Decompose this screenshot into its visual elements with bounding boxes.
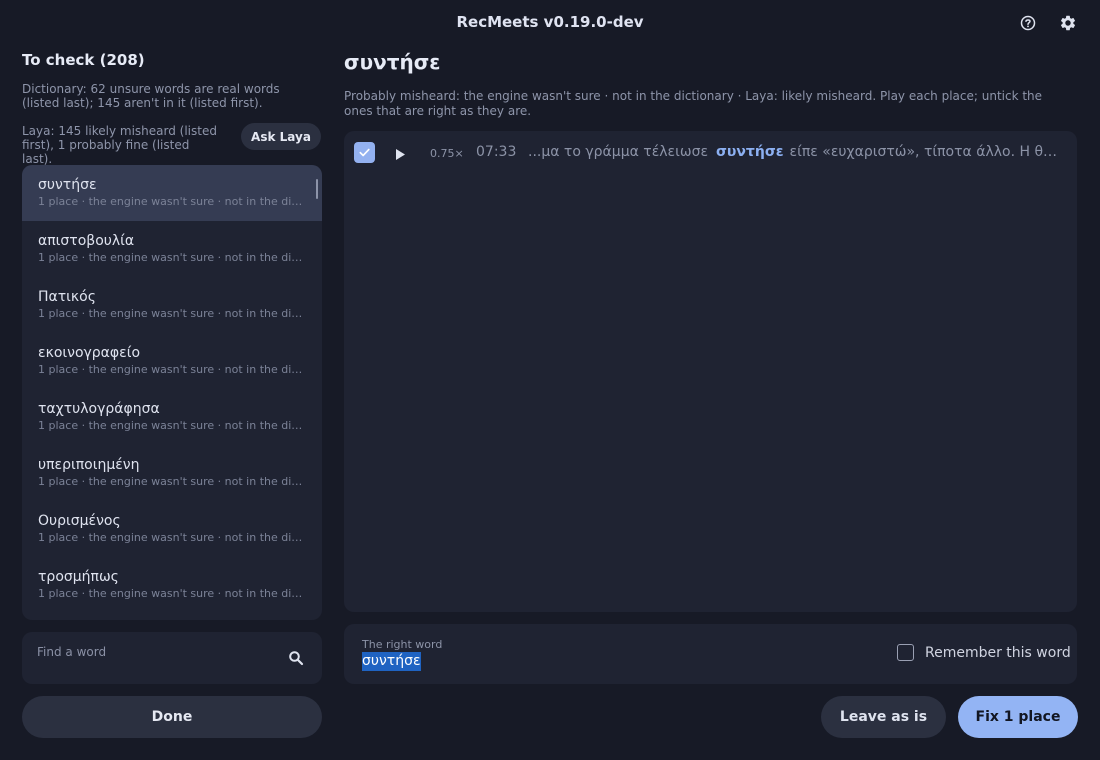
- list-item-details: 1 place · the engine wasn't sure · not i…: [38, 531, 304, 544]
- context-highlighted-word: συντήσε: [716, 144, 784, 160]
- list-item-word: Πατικός: [38, 289, 96, 305]
- right-word-input[interactable]: συντήσε: [362, 653, 421, 669]
- scrollbar-thumb[interactable]: [316, 179, 318, 199]
- leave-as-is-button[interactable]: Leave as is: [821, 696, 946, 738]
- find-word-input[interactable]: [37, 640, 277, 676]
- list-item[interactable]: υπεριποιημένη 1 place · the engine wasn'…: [22, 445, 322, 501]
- list-item[interactable]: Ουρισμένος 1 place · the engine wasn't s…: [22, 501, 322, 557]
- fix-button[interactable]: Fix 1 place: [958, 696, 1078, 738]
- occurrence-checkbox[interactable]: [354, 142, 375, 163]
- done-button[interactable]: Done: [22, 696, 322, 738]
- ask-laya-button[interactable]: Ask Laya: [241, 123, 321, 150]
- list-item[interactable]: τροσμήπως 1 place · the engine wasn't su…: [22, 557, 322, 613]
- remember-checkbox[interactable]: [897, 644, 914, 661]
- list-item-word: συντήσε: [38, 177, 97, 193]
- list-item-word: τροσμήπως: [38, 569, 119, 585]
- remember-label[interactable]: Remember this word: [925, 645, 1071, 661]
- occurrence-context: ...μα το γράμμα τέλειωσε συντήσε είπε «ευχ…: [528, 144, 1064, 160]
- list-item[interactable]: συντήσε 1 place · the engine wasn't sure…: [22, 165, 322, 221]
- list-item[interactable]: Πατικός 1 place · the engine wasn't sure…: [22, 277, 322, 333]
- current-word-title: συντήσε: [344, 50, 441, 74]
- context-after: είπε «ευχαριστώ», τίποτα άλλο. Η θεία μο…: [789, 144, 1064, 160]
- laya-note: Laya: 145 likely misheard (listed first)…: [22, 124, 217, 166]
- playback-speed[interactable]: 0.75×: [430, 147, 464, 160]
- occurrence-row: 0.75× 07:33 ...μα το γράμμα τέλειωσε συντ…: [344, 139, 1077, 167]
- list-item-word: απιστοβουλία: [38, 233, 135, 249]
- list-item-word: ταχτυλογράφησα: [38, 401, 160, 417]
- list-item[interactable]: απιστοβουλία 1 place · the engine wasn't…: [22, 221, 322, 277]
- search-icon[interactable]: [288, 650, 304, 670]
- right-word-panel: The right word συντήσε συντήσε Remember …: [344, 624, 1077, 684]
- occurrences-panel: 0.75× 07:33 ...μα το γράμμα τέλειωσε συντ…: [344, 131, 1077, 612]
- word-description: Probably misheard: the engine wasn't sur…: [344, 89, 1043, 118]
- occurrence-time: 07:33: [476, 144, 517, 160]
- list-item-word: εκοινογραφείο: [38, 345, 141, 361]
- list-item[interactable]: εκοινογραφείο 1 place · the engine wasn'…: [22, 333, 322, 389]
- list-item-details: 1 place · the engine wasn't sure · not i…: [38, 363, 304, 376]
- list-item-details: 1 place · the engine wasn't sure · not i…: [38, 251, 304, 264]
- right-word-label: The right word: [362, 638, 443, 651]
- dictionary-note: Dictionary: 62 unsure words are real wor…: [22, 82, 280, 110]
- gear-icon[interactable]: [1058, 13, 1078, 33]
- list-item-details: 1 place · the engine wasn't sure · not i…: [38, 195, 304, 208]
- help-icon[interactable]: [1018, 13, 1038, 33]
- find-word-box: [22, 632, 322, 684]
- list-item-word: υπεριποιημένη: [38, 457, 140, 473]
- window-title: RecMeets v0.19.0-dev: [456, 13, 644, 31]
- list-item-word: Ουρισμένος: [38, 513, 121, 529]
- context-before: ...μα το γράμμα τέλειωσε: [528, 144, 709, 160]
- list-item-details: 1 place · the engine wasn't sure · not i…: [38, 475, 304, 488]
- list-item[interactable]: ταχτυλογράφησα 1 place · the engine wasn…: [22, 389, 322, 445]
- word-list: συντήσε 1 place · the engine wasn't sure…: [22, 165, 322, 620]
- play-icon[interactable]: [394, 146, 406, 165]
- list-item-details: 1 place · the engine wasn't sure · not i…: [38, 587, 304, 600]
- list-item-details: 1 place · the engine wasn't sure · not i…: [38, 419, 304, 432]
- list-item-details: 1 place · the engine wasn't sure · not i…: [38, 307, 304, 320]
- to-check-heading: To check (208): [22, 51, 145, 69]
- check-icon: [359, 148, 370, 157]
